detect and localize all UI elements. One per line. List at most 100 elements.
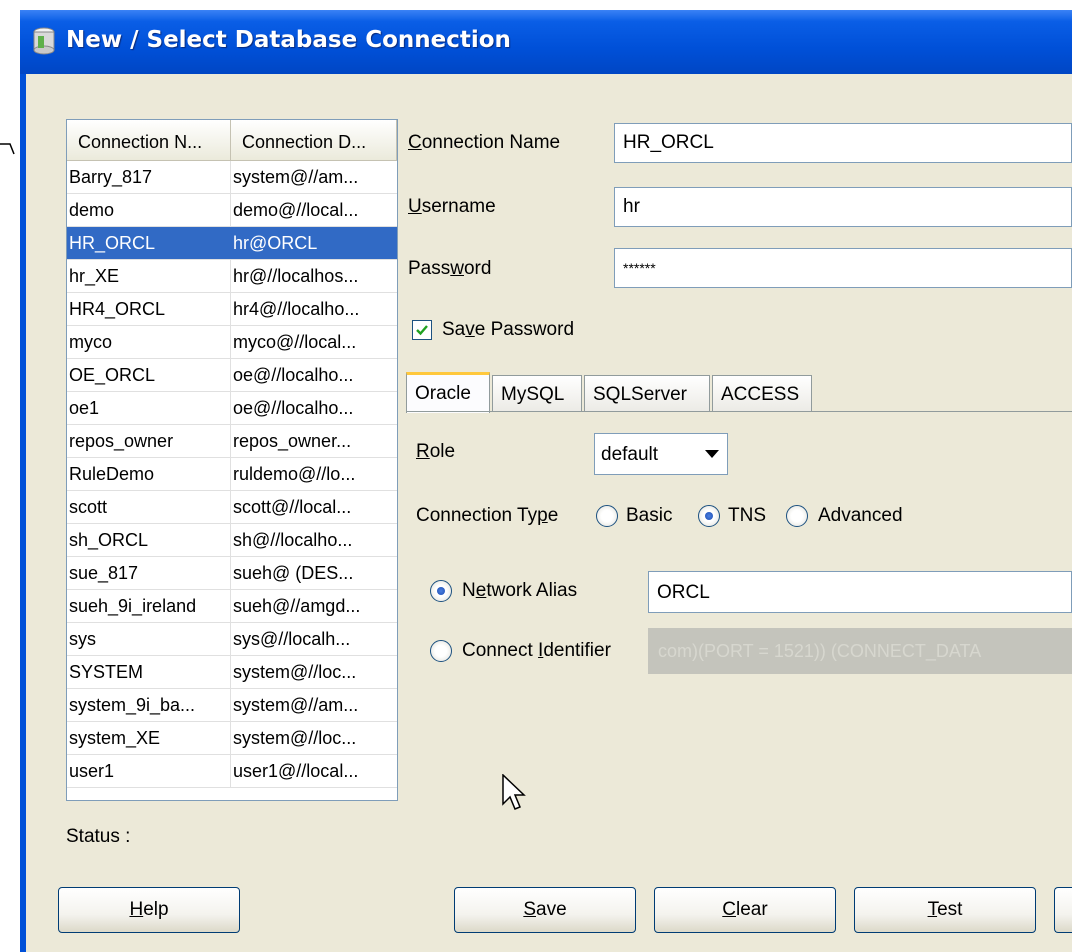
table-row[interactable]: myco myco@//local...: [67, 326, 397, 359]
tab-sqlserver[interactable]: SQLServer: [584, 375, 710, 411]
connection-details-cell: scott@//local...: [233, 497, 352, 517]
connection-name-cell: SYSTEM: [67, 656, 231, 688]
connection-details-cell: hr4@//localho...: [233, 299, 360, 319]
connection-name-cell: sh_ORCL: [67, 524, 231, 556]
connection-details-cell: system@//loc...: [233, 662, 357, 682]
connection-details-cell: oe@//localho...: [233, 398, 354, 418]
radio-advanced[interactable]: [786, 505, 808, 527]
title-bar[interactable]: New / Select Database Connection: [20, 10, 1072, 74]
save-password-checkbox[interactable]: [412, 320, 432, 340]
connection-name-input[interactable]: HR_ORCL: [614, 123, 1072, 163]
connection-name-cell: scott: [67, 491, 231, 523]
tab-oracle[interactable]: Oracle: [406, 372, 490, 413]
table-row[interactable]: system_9i_ba... system@//am...: [67, 689, 397, 722]
radio-tns-label[interactable]: TNS: [728, 505, 766, 527]
tab-panel-border: [406, 411, 1072, 412]
table-row[interactable]: system_XE system@//loc...: [67, 722, 397, 755]
table-row[interactable]: repos_owner repos_owner...: [67, 425, 397, 458]
connection-name-cell: HR4_ORCL: [67, 293, 231, 325]
test-button[interactable]: Test: [854, 887, 1036, 933]
connection-name-label: Connection Name: [408, 132, 561, 153]
connection-details-cell: oe@//localho...: [233, 365, 354, 385]
dialog-window: New / Select Database Connection Connect…: [0, 0, 1072, 952]
table-row[interactable]: OE_ORCL oe@//localho...: [67, 359, 397, 392]
table-row[interactable]: user1 user1@//local...: [67, 755, 397, 788]
connect-identifier-label[interactable]: Connect Identifier: [462, 640, 611, 662]
connection-details-cell: user1@//local...: [233, 761, 359, 781]
network-alias-input[interactable]: ORCL: [648, 571, 1072, 613]
mouse-cursor-icon: [502, 774, 526, 810]
connection-name-cell: Barry_817: [67, 161, 231, 193]
table-row[interactable]: demo demo@//local...: [67, 194, 397, 227]
radio-basic[interactable]: [596, 505, 618, 527]
table-row[interactable]: HR4_ORCL hr4@//localho...: [67, 293, 397, 326]
table-row[interactable]: scott scott@//local...: [67, 491, 397, 524]
table-header: Connection N... Connection D...: [67, 120, 397, 161]
connection-name-cell: oe1: [67, 392, 231, 424]
connection-details-cell: ruldemo@//lo...: [233, 464, 356, 484]
connection-name-cell: system_XE: [67, 722, 231, 754]
table-row[interactable]: sueh_9i_ireland sueh@//amgd...: [67, 590, 397, 623]
connection-name-cell: sue_817: [67, 557, 231, 589]
network-alias-label[interactable]: Network Alias: [462, 580, 577, 602]
column-header-connection-name[interactable]: Connection N...: [67, 120, 231, 160]
table-row[interactable]: sh_ORCL sh@//localho...: [67, 524, 397, 557]
tab-access[interactable]: ACCESS: [712, 375, 812, 411]
connection-name-cell: RuleDemo: [67, 458, 231, 490]
connection-details-cell: system@//am...: [233, 695, 359, 715]
radio-advanced-label[interactable]: Advanced: [818, 505, 903, 527]
role-select[interactable]: default: [594, 433, 728, 475]
connection-name-cell: HR_ORCL: [67, 227, 231, 259]
connections-table[interactable]: Connection N... Connection D... Barry_81…: [66, 119, 398, 801]
connection-name-cell: OE_ORCL: [67, 359, 231, 391]
connection-details-cell: demo@//local...: [233, 200, 359, 220]
connection-name-cell: sueh_9i_ireland: [67, 590, 231, 622]
table-row[interactable]: RuleDemo ruldemo@//lo...: [67, 458, 397, 491]
radio-network-alias[interactable]: [430, 580, 452, 602]
connection-details-cell: repos_owner...: [233, 431, 352, 451]
username-label: Username: [408, 196, 496, 217]
tab-mysql[interactable]: MySQL: [492, 375, 582, 411]
connection-details-cell: system@//loc...: [233, 728, 357, 748]
password-label: Password: [408, 258, 492, 279]
connection-details-cell: system@//am...: [233, 167, 359, 187]
save-password-label[interactable]: Save Password: [442, 319, 574, 341]
clear-button[interactable]: Clear: [654, 887, 836, 933]
connection-name-cell: hr_XE: [67, 260, 231, 292]
connection-name-cell: system_9i_ba...: [67, 689, 231, 721]
connection-details-cell: sueh@ (DES...: [233, 563, 354, 583]
checkmark-icon: [416, 325, 428, 336]
connection-type-label: Connection Type: [416, 505, 559, 526]
connection-details-cell: sueh@//amgd...: [233, 596, 361, 616]
connection-name-cell: sys: [67, 623, 231, 655]
save-button[interactable]: Save: [454, 887, 636, 933]
table-row[interactable]: sys sys@//localh...: [67, 623, 397, 656]
chevron-down-icon: [705, 450, 719, 458]
password-input[interactable]: ******: [614, 248, 1072, 288]
column-header-connection-details[interactable]: Connection D...: [231, 120, 397, 160]
connection-details-cell: sh@//localho...: [233, 530, 353, 550]
table-row[interactable]: sue_817 sueh@ (DES...: [67, 557, 397, 590]
connection-details-cell: sys@//localh...: [233, 629, 351, 649]
table-row[interactable]: oe1 oe@//localho...: [67, 392, 397, 425]
radio-connect-identifier[interactable]: [430, 640, 452, 662]
table-row[interactable]: SYSTEM system@//loc...: [67, 656, 397, 689]
window-title: New / Select Database Connection: [66, 27, 511, 53]
table-row[interactable]: hr_XE hr@//localhos...: [67, 260, 397, 293]
radio-basic-label[interactable]: Basic: [626, 505, 672, 527]
help-button[interactable]: Help: [58, 887, 240, 933]
role-select-value: default: [601, 444, 659, 465]
connection-details-cell: hr@ORCL: [233, 233, 318, 253]
database-icon: [33, 27, 55, 55]
connection-details-cell: myco@//local...: [233, 332, 357, 352]
connection-name-cell: myco: [67, 326, 231, 358]
next-button-partial[interactable]: [1054, 887, 1072, 933]
table-row[interactable]: Barry_817 system@//am...: [67, 161, 397, 194]
connect-identifier-input: com)(PORT = 1521)) (CONNECT_DATA: [648, 628, 1072, 674]
edge-marker: [0, 143, 15, 155]
table-row[interactable]: HR_ORCL hr@ORCL: [67, 227, 397, 260]
table-body: Barry_817 system@//am... demo demo@//local.…: [67, 161, 397, 788]
connection-name-cell: demo: [67, 194, 231, 226]
username-input[interactable]: hr: [614, 187, 1072, 227]
radio-tns[interactable]: [698, 505, 720, 527]
